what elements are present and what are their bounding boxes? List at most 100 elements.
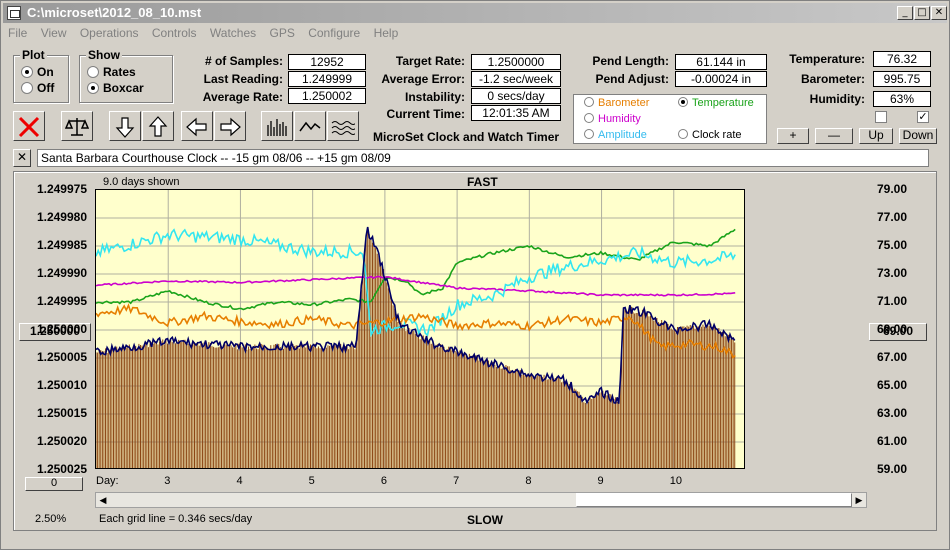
left-axis-tick: 1.250000 (36, 322, 87, 336)
menu-help[interactable]: Help (369, 24, 404, 42)
right-axis-tick: 77.00 (877, 210, 908, 224)
line-graph-icon (299, 121, 321, 132)
percent-label: 2.50% (35, 513, 67, 525)
option-humidity[interactable]: Humidity (584, 113, 641, 125)
x-axis-tick: 4 (236, 475, 243, 487)
average-rate-label: Average Rate: (202, 90, 283, 104)
radio-dot (678, 97, 688, 107)
left-axis-tick: 1.250025 (36, 462, 87, 476)
temperature-series-line (96, 228, 736, 311)
balance-scale-icon (65, 118, 89, 136)
target-rate-field[interactable]: 1.2500000 (471, 54, 561, 70)
minus-button[interactable]: — (815, 128, 853, 144)
scroll-up-button[interactable] (142, 111, 174, 141)
days-shown-label: 9.0 days shown (103, 176, 180, 188)
right-axis-tick: 75.00 (877, 238, 908, 252)
up-button[interactable]: Up (859, 128, 893, 144)
scroll-right-button[interactable] (214, 111, 246, 141)
show-boxcar-radio[interactable]: Boxcar (87, 81, 144, 95)
stop-button[interactable] (13, 111, 45, 141)
left-axis-tick: 1.250005 (36, 350, 87, 364)
x-axis-tick: 7 (453, 475, 460, 487)
right-axis-tick: 65.00 (877, 378, 908, 392)
x-axis-tick: 10 (669, 475, 683, 487)
chart-plot-area (95, 189, 745, 469)
option-humidity-label: Humidity (598, 113, 641, 125)
day-axis-label: Day: (96, 475, 119, 487)
menu-gps[interactable]: GPS (265, 24, 300, 42)
plot-off-label: Off (37, 81, 55, 95)
wave-graph-button[interactable] (327, 111, 359, 141)
average-error-label: Average Error: (381, 72, 465, 86)
radio-dot (87, 66, 99, 78)
left-axis-tick: 1.250020 (36, 434, 87, 448)
bottom-left-readout[interactable]: 0 (25, 477, 83, 491)
scroll-down-button[interactable] (109, 111, 141, 141)
show-rates-radio[interactable]: Rates (87, 65, 136, 79)
menu-watches[interactable]: Watches (205, 24, 261, 42)
scroll-left-arrow-icon[interactable]: ◀ (96, 493, 110, 507)
menu-bar: File View Operations Controls Watches GP… (3, 24, 947, 42)
wave-graph-icon (331, 121, 355, 135)
plot-off-radio[interactable]: Off (21, 81, 54, 95)
left-arrow-icon (186, 117, 207, 137)
radio-dot (584, 129, 594, 139)
plot-on-radio[interactable]: On (21, 65, 54, 79)
menu-view[interactable]: View (36, 24, 72, 42)
line-graph-button[interactable] (294, 111, 326, 141)
menu-controls[interactable]: Controls (147, 24, 202, 42)
menu-configure[interactable]: Configure (303, 24, 365, 42)
right-axis-tick: 69.00 (877, 322, 908, 336)
minimize-button[interactable]: _ (897, 6, 913, 20)
right-axis-tick: 63.00 (877, 406, 908, 420)
left-axis-tick: 1.249985 (36, 238, 87, 252)
menu-operations[interactable]: Operations (75, 24, 144, 42)
right-axis-tick: 61.00 (877, 434, 908, 448)
current-time-label: Current Time: (386, 107, 465, 121)
plus-button[interactable]: + (777, 128, 809, 144)
checkbox-2[interactable]: ✓ (917, 111, 929, 123)
x-axis-tick: 8 (525, 475, 532, 487)
title-bar: C:\microset\2012_08_10.mst _ □ ✕ (3, 3, 947, 23)
radio-dot (678, 129, 688, 139)
current-time-field: 12:01:35 AM (471, 105, 561, 121)
scrollbar-thumb[interactable] (576, 493, 852, 507)
radio-dot (584, 97, 594, 107)
description-field[interactable]: Santa Barbara Courthouse Clock -- -15 gm… (37, 149, 929, 167)
right-axis-tick: 71.00 (877, 294, 908, 308)
plot-group: Plot (13, 48, 69, 103)
down-button[interactable]: Down (899, 128, 937, 144)
show-rates-label: Rates (103, 65, 136, 79)
checkbox-1[interactable] (875, 111, 887, 123)
scroll-right-arrow-icon[interactable]: ▶ (852, 493, 866, 507)
close-button[interactable]: ✕ (931, 6, 947, 20)
graph-options-box: Barometer Temperature Humidity Amplitude… (573, 94, 767, 144)
right-axis-tick: 79.00 (877, 182, 908, 196)
left-axis-tick: 1.250015 (36, 406, 87, 420)
right-axis-tick: 73.00 (877, 266, 908, 280)
bar-graph-button[interactable] (261, 111, 293, 141)
clear-description-button[interactable]: ✕ (13, 149, 31, 167)
option-barometer[interactable]: Barometer (584, 97, 649, 109)
down-arrow-icon (115, 117, 135, 138)
humidity-series-line (96, 275, 736, 297)
pend-length-field[interactable]: 61.144 in (675, 54, 767, 70)
menu-file[interactable]: File (3, 24, 32, 42)
app-window: C:\microset\2012_08_10.mst _ □ ✕ File Vi… (0, 0, 950, 550)
average-error-field: -1.2 sec/week (471, 71, 561, 87)
barometer-field: 995.75 (873, 71, 931, 87)
left-axis-tick: 1.249995 (36, 294, 87, 308)
instability-label: Instability: (404, 90, 465, 104)
plot-on-label: On (37, 65, 54, 79)
radio-dot (87, 82, 99, 94)
scroll-left-button[interactable] (181, 111, 213, 141)
balance-button[interactable] (61, 111, 93, 141)
fast-label: FAST (467, 175, 498, 189)
radio-dot (21, 82, 33, 94)
horizontal-scrollbar[interactable]: ◀ ▶ (95, 492, 867, 508)
option-clock-rate[interactable]: Clock rate (678, 129, 742, 141)
option-temperature[interactable]: Temperature (678, 97, 754, 109)
app-caption: MicroSet Clock and Watch Timer (373, 130, 560, 144)
maximize-button[interactable]: □ (914, 6, 930, 20)
option-amplitude[interactable]: Amplitude (584, 129, 647, 141)
